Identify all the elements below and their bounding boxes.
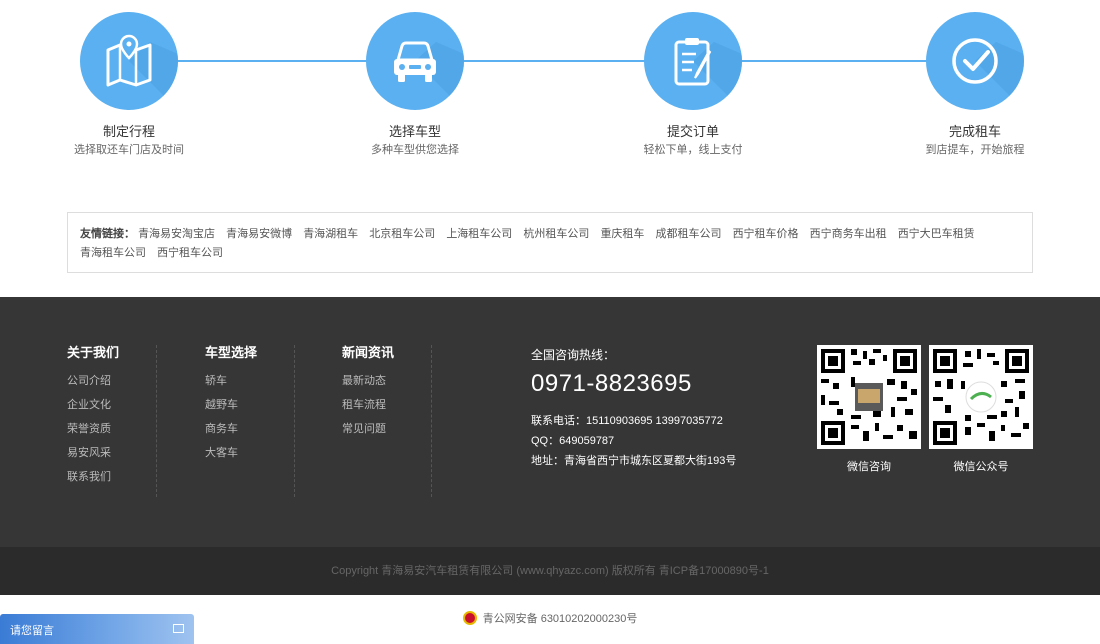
friend-link[interactable]: 西宁大巴车租赁 bbox=[898, 228, 975, 240]
friend-link[interactable]: 北京租车公司 bbox=[369, 228, 435, 240]
footer-link[interactable]: 商务车 bbox=[205, 417, 294, 441]
step-choose-model: 选择车型 多种车型供您选择 bbox=[335, 12, 495, 157]
footer-link[interactable]: 易安风采 bbox=[67, 441, 156, 465]
friend-link[interactable]: 西宁商务车出租 bbox=[810, 228, 887, 240]
friend-link[interactable]: 上海租车公司 bbox=[446, 228, 512, 240]
qr-caption: 微信公众号 bbox=[953, 461, 1009, 473]
step-title: 制定行程 bbox=[102, 124, 155, 139]
friend-link[interactable]: 成都租车公司 bbox=[656, 228, 722, 240]
friend-links: 友情链接： 青海易安淘宝店 青海易安微博 青海湖租车 北京租车公司 上海租车公司… bbox=[67, 212, 1033, 273]
check-circle-icon bbox=[926, 12, 1024, 110]
step-complete-rental: 完成租车 到店提车，开始旅程 bbox=[895, 12, 1055, 157]
hotline-number: 0971-8823695 bbox=[531, 370, 692, 397]
steps-connector-line bbox=[130, 60, 975, 62]
footer-link[interactable]: 企业文化 bbox=[67, 393, 156, 417]
footer-link[interactable]: 最新动态 bbox=[342, 369, 431, 393]
site-footer: 关于我们 公司介绍 企业文化 荣誉资质 易安风采 联系我们 车型选择 轿车 越野… bbox=[0, 297, 1100, 547]
qr-wechat-consult: 微信咨询 bbox=[817, 345, 921, 474]
contact-phone: 联系电话：15110903695 13997035772 bbox=[531, 415, 723, 427]
footer-link[interactable]: 公司介绍 bbox=[67, 369, 156, 393]
qr-wechat-official: 微信公众号 bbox=[929, 345, 1033, 474]
contact-address: 地址：青海省西宁市城东区夏都大街193号 bbox=[531, 455, 737, 467]
friend-link[interactable]: 青海租车公司 bbox=[80, 247, 146, 259]
footer-link[interactable]: 大客车 bbox=[205, 441, 294, 465]
step-title: 完成租车 bbox=[948, 124, 1001, 139]
friend-link[interactable]: 杭州租车公司 bbox=[523, 228, 589, 240]
qr-code-icon bbox=[817, 345, 921, 449]
step-title: 选择车型 bbox=[388, 124, 441, 139]
footer-col-models: 车型选择 轿车 越野车 商务车 大客车 bbox=[205, 345, 295, 497]
footer-col-title: 关于我们 bbox=[67, 345, 120, 360]
footer-col-title: 新闻资讯 bbox=[342, 345, 395, 360]
map-icon bbox=[80, 12, 178, 110]
footer-col-about: 关于我们 公司介绍 企业文化 荣誉资质 易安风采 联系我们 bbox=[67, 345, 157, 497]
footer-link[interactable]: 轿车 bbox=[205, 369, 294, 393]
footer-link[interactable]: 越野车 bbox=[205, 393, 294, 417]
message-widget[interactable]: 请您留言 bbox=[0, 614, 194, 644]
beian-link[interactable]: 青公网安备 63010202000230号 bbox=[483, 613, 638, 625]
process-steps: 制定行程 选择取还车门店及时间 选择车型 多种车型供您选择 提交订单 轻松下单，… bbox=[0, 0, 1100, 200]
qr-caption: 微信咨询 bbox=[847, 461, 891, 473]
step-desc: 到店提车，开始旅程 bbox=[925, 144, 1025, 156]
friend-link[interactable]: 西宁租车公司 bbox=[157, 247, 223, 259]
police-emblem-icon bbox=[462, 611, 477, 625]
friend-link[interactable]: 青海湖租车 bbox=[303, 228, 358, 240]
friend-link[interactable]: 西宁租车价格 bbox=[733, 228, 799, 240]
qr-code-icon bbox=[929, 345, 1033, 449]
step-title: 提交订单 bbox=[666, 124, 719, 139]
friend-link[interactable]: 青海易安微博 bbox=[226, 228, 292, 240]
hotline-label: 全国咨询热线： bbox=[531, 348, 616, 362]
copyright-bar: Copyright 青海易安汽车租赁有限公司 (www.qhyazc.com) … bbox=[0, 547, 1100, 595]
footer-link[interactable]: 租车流程 bbox=[342, 393, 431, 417]
step-plan-trip: 制定行程 选择取还车门店及时间 bbox=[49, 12, 209, 157]
step-desc: 选择取还车门店及时间 bbox=[74, 144, 184, 156]
footer-link[interactable]: 联系我们 bbox=[67, 465, 156, 489]
footer-col-news: 新闻资讯 最新动态 租车流程 常见问题 bbox=[342, 345, 432, 497]
friend-link[interactable]: 重庆租车 bbox=[600, 228, 644, 240]
car-icon bbox=[366, 12, 464, 110]
footer-link[interactable]: 荣誉资质 bbox=[67, 417, 156, 441]
maximize-icon[interactable] bbox=[173, 624, 184, 633]
message-widget-title: 请您留言 bbox=[10, 625, 54, 637]
footer-link[interactable]: 常见问题 bbox=[342, 417, 431, 441]
step-desc: 轻松下单，线上支付 bbox=[643, 144, 743, 156]
footer-contact: 全国咨询热线： 0971-8823695 联系电话：15110903695 13… bbox=[531, 347, 736, 471]
step-desc: 多种车型供您选择 bbox=[371, 144, 459, 156]
friend-link[interactable]: 青海易安淘宝店 bbox=[138, 228, 215, 240]
clipboard-icon bbox=[644, 12, 742, 110]
step-submit-order: 提交订单 轻松下单，线上支付 bbox=[613, 12, 773, 157]
contact-qq: QQ：649059787 bbox=[531, 435, 615, 447]
friend-links-label: 友情链接： bbox=[80, 228, 135, 240]
footer-col-title: 车型选择 bbox=[205, 345, 258, 360]
